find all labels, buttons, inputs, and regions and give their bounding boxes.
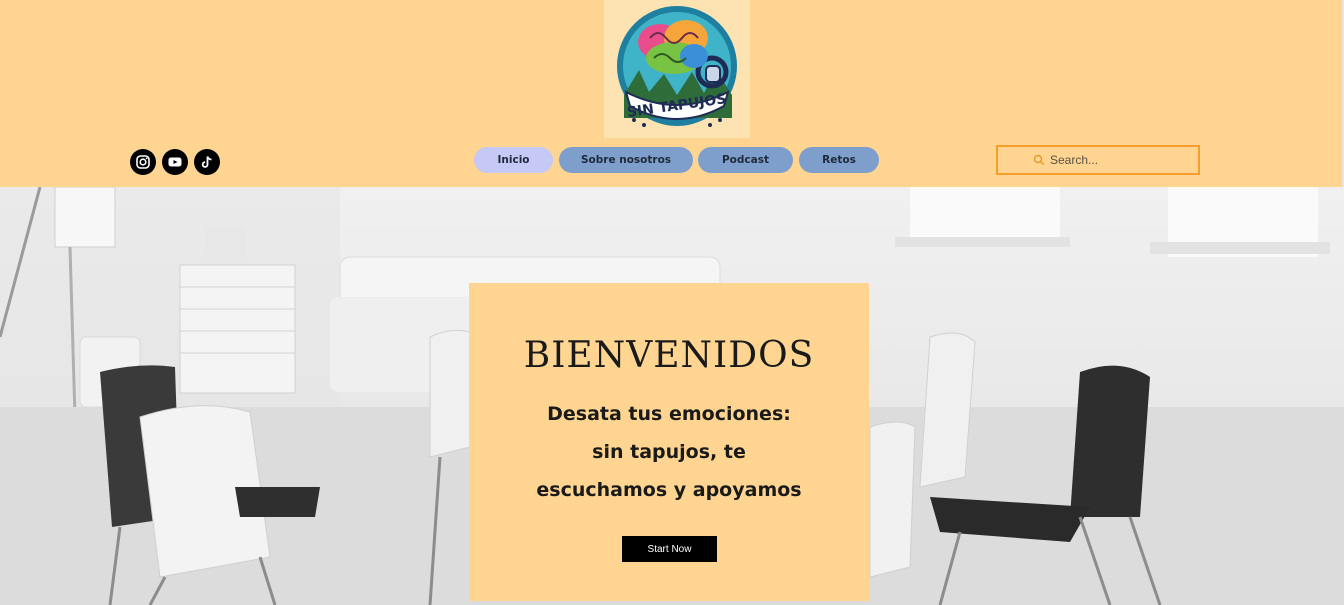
welcome-card: BIENVENIDOS Desata tus emociones: sin ta… [469,283,869,601]
nav-item-podcast[interactable]: Podcast [698,147,793,173]
nav-item-retos[interactable]: Retos [799,147,879,173]
site-header: SIN TAPUJOS Inicio Sobre nosotros Podcas… [0,0,1344,187]
nav-item-inicio[interactable]: Inicio [474,147,553,173]
nav-item-sobre-nosotros[interactable]: Sobre nosotros [559,147,693,173]
hero-title: BIENVENIDOS [523,335,815,376]
hero-section: BIENVENIDOS Desata tus emociones: sin ta… [0,187,1344,605]
brain-logo-icon: SIN TAPUJOS [604,0,750,138]
youtube-icon[interactable] [162,149,188,175]
search-input[interactable] [1050,153,1190,167]
social-links [130,149,220,175]
search-icon [1033,154,1045,166]
instagram-icon[interactable] [130,149,156,175]
site-logo[interactable]: SIN TAPUJOS [604,0,750,138]
search-box [996,145,1200,175]
tiktok-icon[interactable] [194,149,220,175]
start-now-button[interactable]: Start Now [622,536,717,562]
hero-subtitle: Desata tus emociones: sin tapujos, te es… [536,403,802,501]
